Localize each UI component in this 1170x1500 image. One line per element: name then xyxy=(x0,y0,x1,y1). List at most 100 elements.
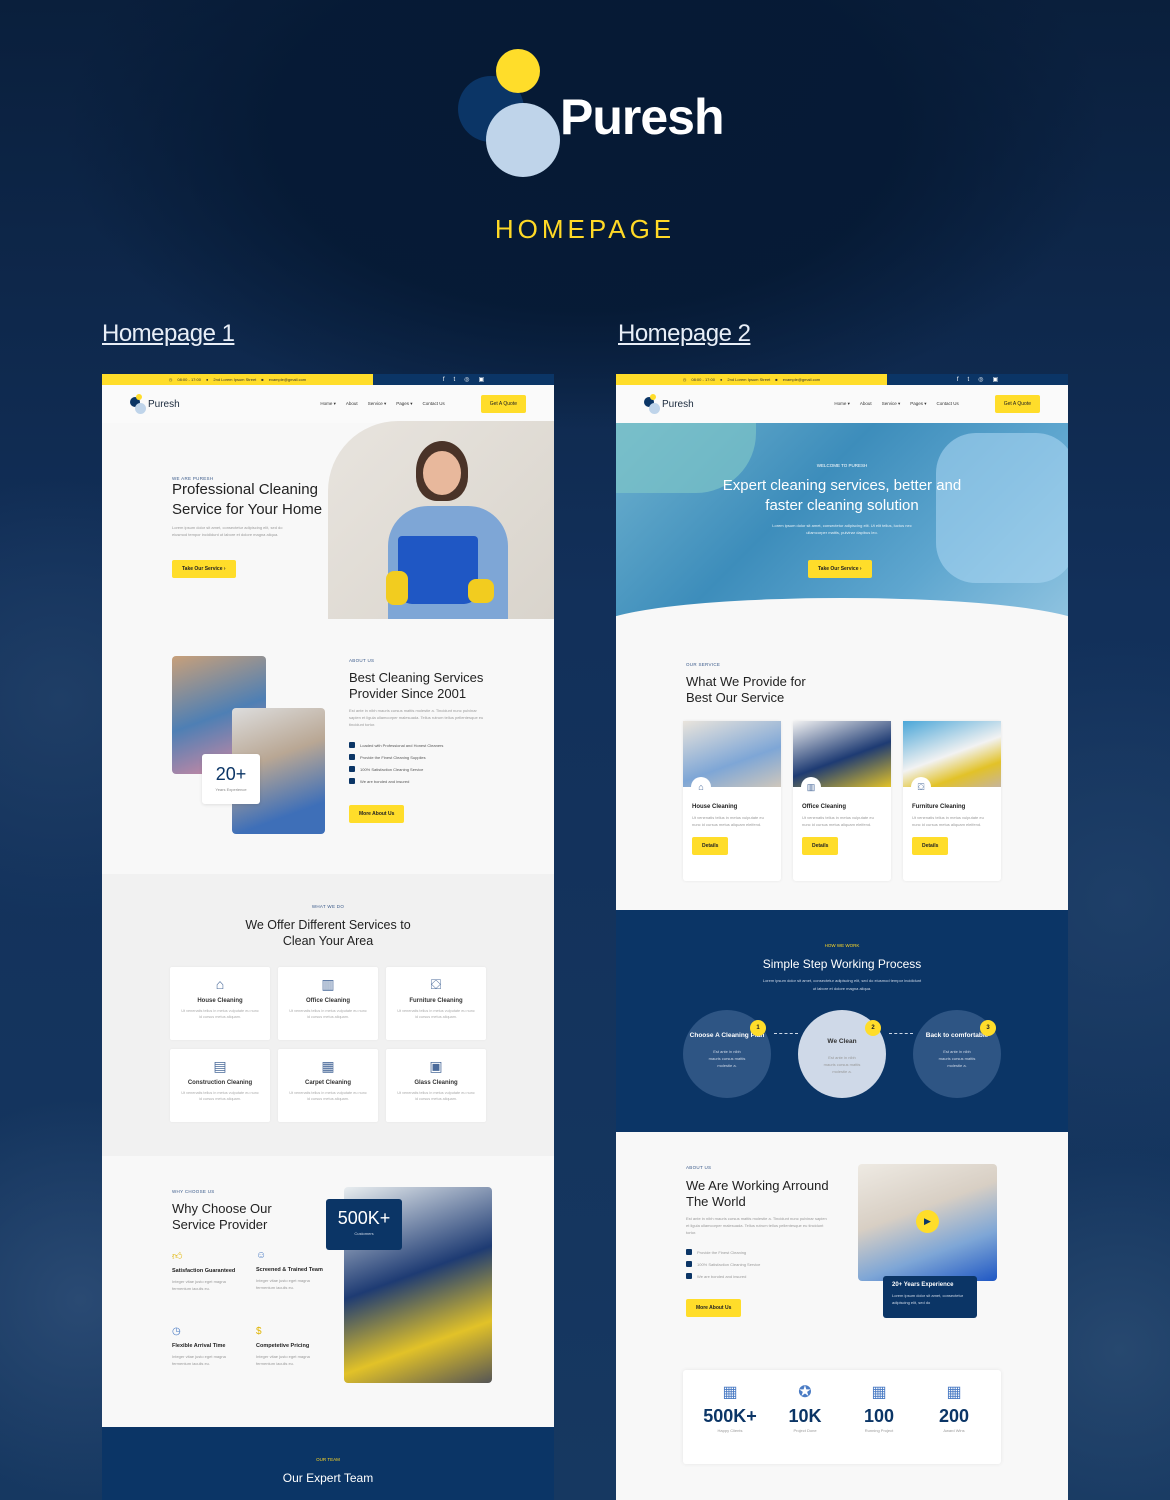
checkbox-icon xyxy=(686,1273,692,1279)
homepage-1-preview[interactable]: ◷ 08:00 - 17:00 ● 2nd Lorem Ipsum Street ■… xyxy=(102,374,554,1500)
check-item: 100% Satisfaction Cleaning Service xyxy=(349,766,443,772)
check-item: Loaded with Professional and Honest Clea… xyxy=(349,742,443,748)
connector-line xyxy=(889,1033,913,1034)
service-card-house[interactable]: ⌂ House Cleaning Ut venenatis tellus in … xyxy=(683,721,781,881)
why-item: 👍︎ Satisfaction Guaranteed Integer vitae j… xyxy=(172,1250,242,1292)
furniture-icon: ⛋ xyxy=(911,777,931,797)
stat-running-project: ▦ 100 Running Project xyxy=(849,1382,909,1433)
checkbox-icon xyxy=(349,766,355,772)
house-icon: ⌂ xyxy=(215,976,225,992)
office-icon: ▥ xyxy=(801,777,821,797)
service-card-furniture[interactable]: ⛋ Furniture Cleaning Ut venenatis tellus… xyxy=(903,721,1001,881)
stat-project-done: ✪ 10K Project Done xyxy=(775,1382,835,1433)
linkedin-icon[interactable]: ▣ xyxy=(992,376,998,383)
details-button[interactable]: Details xyxy=(692,837,729,855)
facebook-icon[interactable]: f xyxy=(443,377,445,383)
details-button[interactable]: Details xyxy=(802,837,839,855)
nav-contact[interactable]: Contact Us xyxy=(936,401,958,407)
checkbox-icon xyxy=(349,778,355,784)
logo-circle-yellow xyxy=(496,49,540,93)
stat-award-wins: ▦ 200 Award Wins xyxy=(924,1382,984,1433)
why-title: Why Choose Our Service Provider xyxy=(172,1201,272,1232)
step-2-number: 2 xyxy=(865,1020,881,1036)
details-button[interactable]: Details xyxy=(912,837,949,855)
twitter-icon[interactable]: t xyxy=(454,377,456,383)
service-card-carpet[interactable]: ▦ Carpet Cleaning Ut venenatis tellus in m… xyxy=(278,1049,378,1122)
nav-pages[interactable]: Pages ▾ xyxy=(910,401,926,407)
checkbox-icon xyxy=(686,1249,692,1255)
about-title: We Are Working Arround The World xyxy=(686,1178,829,1209)
service-card-house[interactable]: ⌂ House Cleaning Ut venenatis tellus in me… xyxy=(170,967,270,1040)
checkbox-icon xyxy=(686,1261,692,1267)
instagram-icon[interactable]: ◎ xyxy=(464,376,469,383)
nav-pages[interactable]: Pages ▾ xyxy=(396,401,412,407)
get-quote-button[interactable]: Get A Quote xyxy=(994,395,1040,413)
homepage-1-link[interactable]: Homepage 1 xyxy=(102,320,235,348)
house-icon: ⌂ xyxy=(691,777,711,797)
facebook-icon[interactable]: f xyxy=(957,377,959,383)
twitter-icon[interactable]: t xyxy=(968,377,970,383)
glass-icon: ▣ xyxy=(429,1058,443,1074)
clients-icon: ▦ xyxy=(722,1384,738,1401)
step-1-number: 1 xyxy=(750,1020,766,1036)
service-card-glass[interactable]: ▣ Glass Cleaning Ut venenatis tellus in me… xyxy=(386,1049,486,1122)
carpet-icon: ▦ xyxy=(321,1058,335,1074)
clock-icon: ◷ xyxy=(172,1326,181,1337)
take-our-service-button[interactable]: Take Our Service › xyxy=(808,560,872,578)
play-video-button[interactable]: ▶ xyxy=(916,1210,939,1233)
experience-text: Lorem ipsum dolor sit amet, consectetur … xyxy=(892,1293,964,1305)
experience-title: 20+ Years Experience xyxy=(892,1282,954,1288)
service-card-office[interactable]: ▥ Office Cleaning Ut venenatis tellus in… xyxy=(793,721,891,881)
about-checklist: Provide the Finest Cleaning 100% Satisfa… xyxy=(686,1249,760,1285)
nav-service[interactable]: Service ▾ xyxy=(368,401,387,407)
hero-title: Professional Cleaning Service for Your H… xyxy=(172,481,323,518)
top-bar: ◷ 08:00 - 17:00 ● 2nd Lorem Ipsum Street ■… xyxy=(616,374,1068,385)
nav-home[interactable]: Home ▾ xyxy=(320,401,336,407)
nav-contact[interactable]: Contact Us xyxy=(422,401,444,407)
checkbox-icon xyxy=(349,742,355,748)
clock-icon: ◷ xyxy=(682,377,687,382)
service-card-office[interactable]: ▥ Office Cleaning Ut venenatis tellus in m… xyxy=(278,967,378,1040)
homepage-2-preview[interactable]: ◷ 08:00 - 17:00 ● 2nd Lorem Ipsum Street ■… xyxy=(616,374,1068,1500)
about-eyebrow: ABOUT US xyxy=(349,658,375,663)
stats-panel: ▦ 500K+ Happy Clients ✪ 10K Project Done ▦ 10… xyxy=(683,1370,1001,1464)
more-about-us-button[interactable]: More About Us xyxy=(349,805,405,823)
checkbox-icon xyxy=(349,754,355,760)
about-text: Est ante in nibh mauris cursus mattis mo… xyxy=(349,708,484,727)
service-card-construction[interactable]: ▤ Construction Cleaning Ut venenatis tellu… xyxy=(170,1049,270,1122)
services-title: What We Provide for Best Our Service xyxy=(686,674,806,705)
why-eyebrow: WHY CHOOSE US xyxy=(172,1189,215,1194)
linkedin-icon[interactable]: ▣ xyxy=(478,376,484,383)
page-label: HOMEPAGE xyxy=(494,214,676,244)
team-title: Our Expert Team xyxy=(282,1471,374,1485)
customers-label: Customers xyxy=(354,1231,374,1236)
about-title: Best Cleaning Services Provider Since 20… xyxy=(349,670,484,701)
nav-about[interactable]: About xyxy=(860,401,872,407)
homepage-2-link[interactable]: Homepage 2 xyxy=(618,320,751,348)
hours: 08:00 - 17:00 xyxy=(177,377,201,382)
why-item: ◷ Flexible Arrival Time Integer vitae just… xyxy=(172,1326,242,1367)
furniture-icon: ⛋ xyxy=(430,976,442,992)
nav-service[interactable]: Service ▾ xyxy=(882,401,901,407)
check-item: Provide the Finest Cleaning Supplies xyxy=(349,754,443,760)
logo-icon xyxy=(130,394,152,414)
instagram-icon[interactable]: ◎ xyxy=(978,376,983,383)
more-about-us-button[interactable]: More About Us xyxy=(686,1299,742,1317)
team-section xyxy=(102,1427,554,1500)
nav-about[interactable]: About xyxy=(346,401,358,407)
team-icon: ☺ xyxy=(256,1250,267,1261)
logo-circle-light xyxy=(486,103,560,177)
logo-icon xyxy=(644,394,666,414)
take-our-service-button[interactable]: Take Our Service › xyxy=(172,560,236,578)
thumbs-up-icon: 👍︎ xyxy=(172,1251,183,1262)
team-eyebrow: OUR TEAM xyxy=(316,1457,340,1462)
navbar: Puresh Home ▾ About Service ▾ Pages ▾ Co… xyxy=(102,385,554,423)
process-title: Simple Step Working Process xyxy=(762,957,922,971)
service-card-furniture[interactable]: ⛋ Furniture Cleaning Ut venenatis tellus i… xyxy=(386,967,486,1040)
hero-eyebrow: WELCOME TO PURESH xyxy=(816,463,868,468)
get-quote-button[interactable]: Get A Quote xyxy=(480,395,526,413)
process-text: Lorem ipsum dolor sit amet, consectetur … xyxy=(762,978,922,991)
about-eyebrow: ABOUT US xyxy=(686,1165,712,1170)
nav-home[interactable]: Home ▾ xyxy=(834,401,850,407)
step-3-number: 3 xyxy=(980,1020,996,1036)
